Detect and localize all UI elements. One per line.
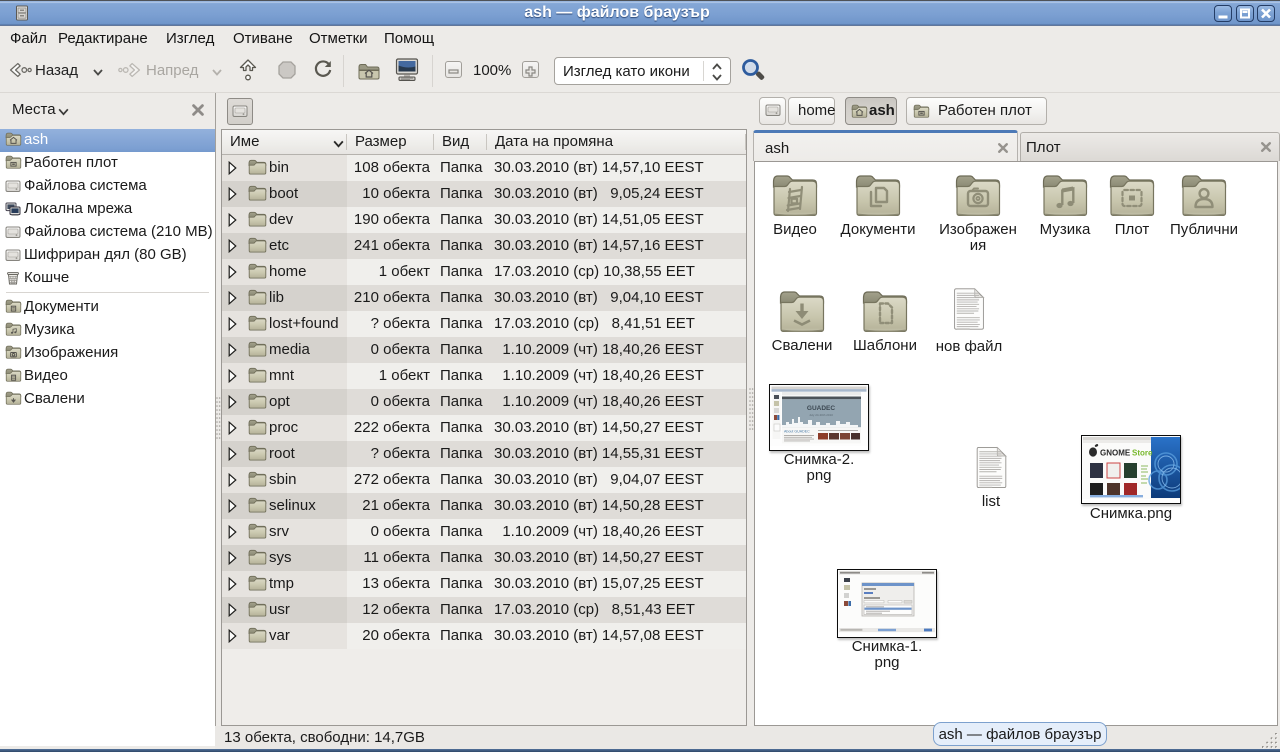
svg-text:Store: Store	[1132, 449, 1153, 458]
svg-text:July 24-30th 2010: July 24-30th 2010	[809, 413, 833, 417]
svg-text:GUADEC: GUADEC	[807, 405, 835, 412]
svg-text:GNOME: GNOME	[1100, 449, 1131, 458]
svg-text:About GUADEC: About GUADEC	[784, 430, 810, 434]
